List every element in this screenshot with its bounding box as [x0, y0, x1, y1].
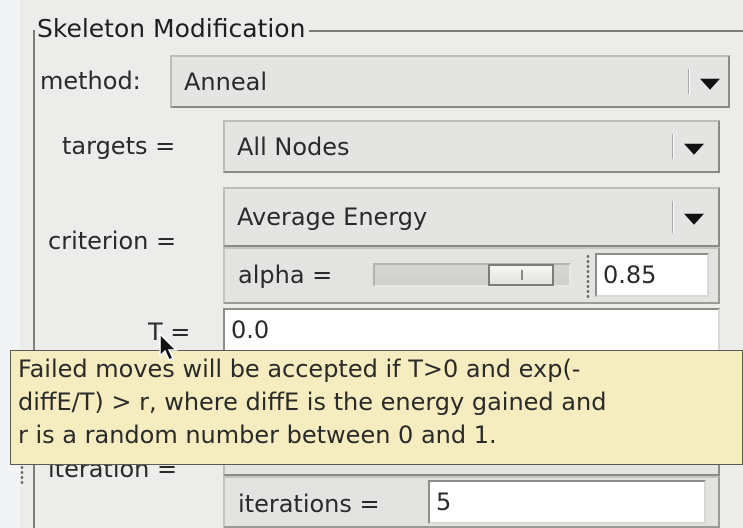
criterion-dropdown[interactable]: Average Energy	[223, 187, 720, 247]
alpha-input[interactable]: 0.85	[595, 253, 709, 297]
iterations-input[interactable]: 5	[428, 480, 706, 524]
temperature-input[interactable]: 0.0	[223, 308, 720, 352]
tooltip-line: diffE/T) > r, where diffE is the energy …	[18, 388, 607, 416]
targets-label: targets =	[62, 132, 176, 160]
iterations-parameter-box: iterations = 5	[223, 476, 720, 528]
iterations-label: iterations =	[238, 490, 380, 518]
chevron-down-icon	[700, 78, 720, 90]
alpha-parameter-box: alpha = 0.85	[223, 247, 720, 304]
alpha-label: alpha =	[238, 261, 333, 289]
alpha-slider-thumb[interactable]	[488, 264, 554, 286]
resize-handle[interactable]	[586, 254, 590, 298]
method-label: method:	[40, 67, 141, 95]
mouse-pointer-icon	[159, 332, 178, 362]
method-value: Anneal	[184, 67, 267, 96]
chevron-down-icon	[684, 143, 704, 155]
method-dropdown[interactable]: Anneal	[170, 55, 730, 108]
tooltip-line: Failed moves will be accepted if T>0 and…	[18, 355, 581, 383]
temperature-tooltip: Failed moves will be accepted if T>0 and…	[10, 350, 743, 465]
group-title: Skeleton Modification	[35, 14, 310, 44]
targets-value: All Nodes	[237, 132, 350, 161]
tooltip-line: r is a random number between 0 and 1.	[18, 421, 497, 449]
targets-dropdown[interactable]: All Nodes	[223, 120, 720, 173]
chevron-down-icon	[684, 213, 704, 225]
alpha-slider[interactable]	[373, 263, 571, 287]
criterion-value: Average Energy	[237, 203, 428, 231]
criterion-label: criterion =	[48, 227, 177, 255]
